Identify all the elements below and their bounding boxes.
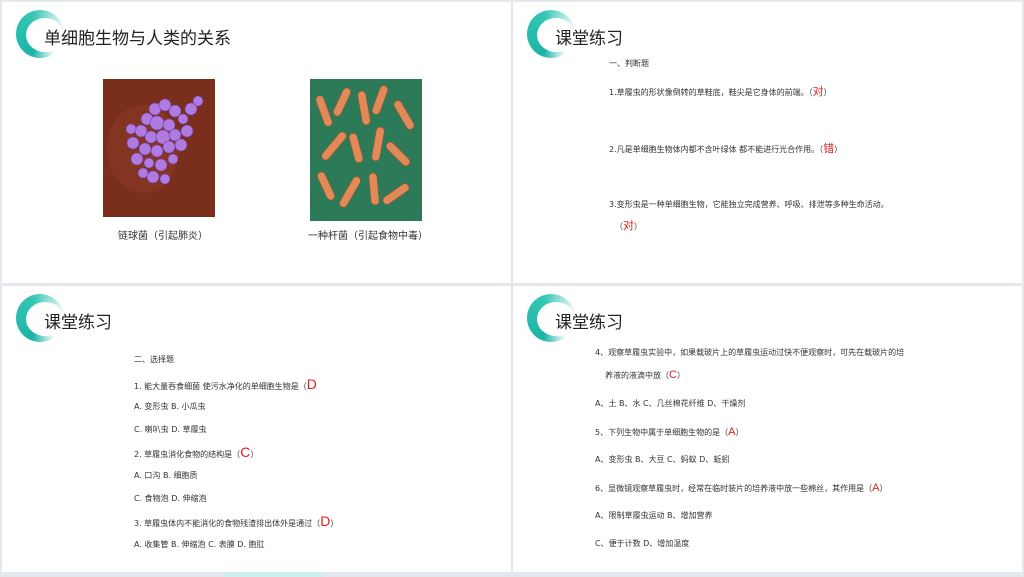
slide-title: 课堂练习 — [44, 313, 112, 333]
slide-title: 单细胞生物与人类的关系 — [44, 29, 231, 49]
question-6-options-b: C、便于计数 D、增加温度 — [595, 539, 690, 548]
question-5: 5、下列生物中属于单细胞生物的是（A） — [595, 426, 743, 439]
question-open: （ — [615, 222, 623, 231]
partial-slide-tab[interactable] — [224, 572, 322, 577]
question-1-options-b: C. 喇叭虫 D. 草履虫 — [134, 425, 207, 434]
question-text: 2. 草履虫消化食物的结构是（ — [134, 450, 241, 459]
answer-mark: D — [306, 376, 317, 392]
answer-mark: C — [240, 444, 251, 460]
question-close: ） — [676, 371, 685, 380]
question-2: 2.凡是单细胞生物体内都不含叶绿体 都不能进行光合作用。（错） — [609, 143, 842, 156]
question-3-answer: （对） — [615, 220, 642, 233]
question-close: ） — [879, 484, 888, 493]
question-text: 5、下列生物中属于单细胞生物的是（ — [595, 428, 729, 437]
question-close: ） — [823, 88, 832, 97]
caption-bacillus: 一种杆菌（引起食物中毒） — [308, 231, 428, 242]
question-close: ） — [250, 450, 259, 459]
question-text: 6、显微镜观察草履虫时，经常在临时装片的培养液中放一些棉丝，其作用是（ — [595, 484, 873, 493]
question-5-options: A、变形虫 B、大豆 C、蚂蚁 D、蚯蚓 — [595, 455, 730, 464]
question-text: 1. 能大量吞食细菌 使污水净化的单细胞生物是（ — [134, 382, 307, 391]
question-2: 2. 草履虫消化食物的结构是（C） — [134, 444, 259, 461]
question-close: ） — [735, 428, 744, 437]
question-1: 1.草履虫的形状像倒转的草鞋底，鞋尖是它身体的前端。（对） — [609, 86, 832, 99]
question-text: 养液的液滴中放（ — [605, 371, 669, 380]
slide-title: 课堂练习 — [555, 29, 623, 49]
question-3: 3. 草履虫体内不能消化的食物残渣排出体外是通过（D） — [134, 513, 339, 530]
question-1-options-a: A. 变形虫 B. 小瓜虫 — [134, 402, 206, 411]
answer-mark: D — [320, 513, 331, 529]
question-4-options: A、土 B、水 C、几丝棉花纤维 D、干燥剂 — [595, 399, 746, 408]
question-3: 3.变形虫是一种单细胞生物，它能独立完成营养、呼吸、排泄等多种生命活动。 — [609, 200, 889, 209]
question-1: 1. 能大量吞食细菌 使污水净化的单细胞生物是（D — [134, 376, 317, 393]
section-heading: 一、判断题 — [609, 59, 649, 68]
slide-choice-exercise[interactable]: 课堂练习 二、选择题 1. 能大量吞食细菌 使污水净化的单细胞生物是（D A. … — [2, 286, 511, 572]
section-heading: 二、选择题 — [134, 355, 174, 364]
slide-title: 课堂练习 — [555, 313, 623, 333]
question-close: ） — [634, 222, 642, 231]
streptococcus-image — [103, 79, 215, 217]
slide-relationship[interactable]: 单细胞生物与人类的关系 链球菌（引起肺炎） 一种杆菌（引起食物中毒） — [2, 2, 511, 283]
question-6-options-a: A、限制草履虫运动 B、增加营养 — [595, 511, 713, 520]
question-text: 2.凡是单细胞生物体内都不含叶绿体 都不能进行光合作用。（ — [609, 145, 824, 154]
answer-mark: 对 — [623, 220, 634, 232]
slide-choice-exercise-2[interactable]: 课堂练习 4、观察草履虫实验中，如果载玻片上的草履虫运动过快不便观察时，可先在载… — [513, 286, 1022, 572]
question-6: 6、显微镜观察草履虫时，经常在临时装片的培养液中放一些棉丝，其作用是（A） — [595, 482, 887, 495]
question-text: 1.草履虫的形状像倒转的草鞋底，鞋尖是它身体的前端。（ — [609, 88, 813, 97]
slide-title-block: 课堂练习 — [527, 10, 947, 60]
slide-title-block: 单细胞生物与人类的关系 — [16, 10, 436, 60]
question-text: 3. 草履虫体内不能消化的食物残渣排出体外是通过（ — [134, 519, 321, 528]
question-2-options-a: A. 口沟 B. 细胞质 — [134, 471, 198, 480]
answer-mark: C — [669, 369, 677, 381]
question-4-line-2: 养液的液滴中放（C） — [605, 369, 685, 382]
caption-streptococcus: 链球菌（引起肺炎） — [118, 231, 208, 242]
question-close: ） — [330, 519, 339, 528]
question-close: ） — [834, 145, 843, 154]
question-2-options-b: C. 食物泡 D. 伸缩泡 — [134, 494, 207, 503]
answer-mark: 错 — [823, 143, 835, 155]
slide-judgement-exercise[interactable]: 课堂练习 一、判断题 1.草履虫的形状像倒转的草鞋底，鞋尖是它身体的前端。（对）… — [513, 2, 1022, 283]
bacillus-image — [310, 79, 422, 221]
answer-mark: 对 — [812, 86, 824, 98]
slide-title-block: 课堂练习 — [16, 294, 436, 344]
question-3-options: A. 收集管 B. 伸缩泡 C. 表膜 D. 胞肛 — [134, 540, 265, 549]
question-4-line-1: 4、观察草履虫实验中，如果载玻片上的草履虫运动过快不便观察时，可先在载玻片的培 — [595, 348, 905, 357]
slide-title-block: 课堂练习 — [527, 294, 947, 344]
